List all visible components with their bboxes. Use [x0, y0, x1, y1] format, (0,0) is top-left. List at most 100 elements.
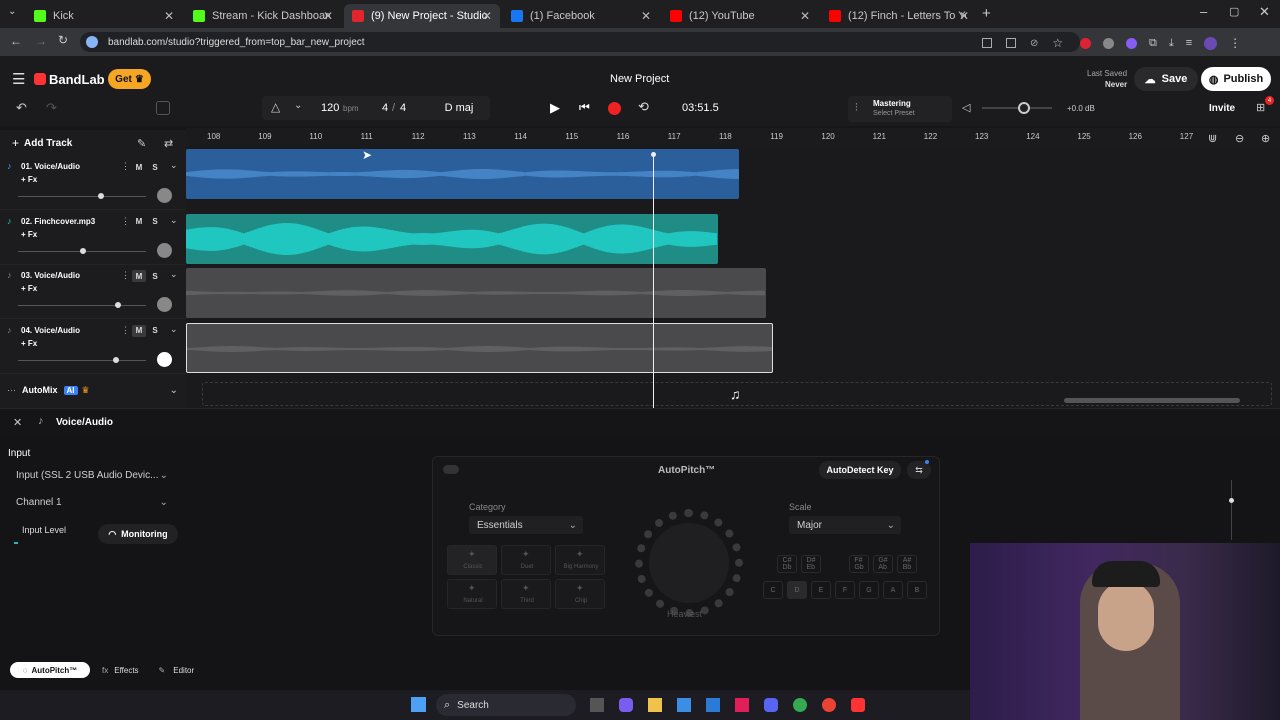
playhead-line[interactable] — [653, 154, 654, 408]
channel-select[interactable]: Channel 1 ⌄ — [8, 493, 176, 511]
audio-clip[interactable] — [186, 214, 718, 264]
track-header[interactable]: ♪ 01. Voice/Audio ⋮ M S ⌄ + Fx — [0, 156, 186, 210]
track-fx-button[interactable]: + Fx — [21, 230, 37, 239]
tab-close-icon[interactable]: ✕ — [164, 9, 174, 23]
horizontal-scrollbar[interactable] — [1064, 398, 1240, 403]
track-header[interactable]: ♪ 03. Voice/Audio ⋮ M S ⌄ + Fx — [0, 265, 186, 320]
eye-off-icon[interactable]: ⊘ — [1030, 38, 1038, 49]
solo-button[interactable]: S — [148, 325, 162, 337]
track-volume-knob[interactable] — [80, 247, 86, 254]
track-pan-knob[interactable] — [157, 242, 172, 258]
scale-select[interactable]: Major ⌄ — [789, 516, 901, 534]
extension-gray-icon[interactable] — [1103, 37, 1114, 49]
play-icon[interactable]: ▶ — [550, 100, 560, 116]
loop-icon[interactable]: ⟲ — [638, 99, 649, 115]
browser-tab[interactable]: Stream - Kick Dashboard ✕ — [185, 4, 341, 28]
mute-button[interactable]: M — [132, 270, 146, 283]
track-volume-knob[interactable] — [113, 356, 119, 363]
track-name[interactable]: 02. Finchcover.mp3 — [21, 217, 95, 226]
site-info-icon[interactable] — [86, 36, 98, 48]
back-icon[interactable]: ← — [10, 34, 22, 48]
hamburger-menu-icon[interactable]: ☰ — [12, 70, 25, 88]
playhead-marker[interactable] — [651, 152, 656, 157]
tab-close-icon[interactable]: ✕ — [959, 9, 969, 23]
track-expand-icon[interactable]: ⌄ — [170, 215, 178, 226]
forward-icon[interactable]: → — [35, 34, 47, 48]
bandlab-logo[interactable]: BandLab — [49, 72, 105, 87]
monitoring-button[interactable]: ◠ Monitoring — [98, 524, 178, 544]
track-volume-knob[interactable] — [98, 193, 104, 199]
pencil-tool-icon[interactable]: ✎ — [137, 137, 146, 150]
grid-toggle-icon[interactable] — [156, 101, 170, 115]
close-window-icon[interactable]: ✕ — [1259, 4, 1270, 20]
track-name[interactable]: 03. Voice/Audio — [21, 271, 80, 280]
scale-key-sharp[interactable]: C# Db — [777, 555, 797, 573]
track-expand-icon[interactable]: ⌄ — [170, 269, 178, 280]
zoom-in-icon[interactable]: ⊕ — [1261, 132, 1270, 145]
tab-list-chevron-icon[interactable]: ⌄ — [8, 6, 16, 17]
track-name[interactable]: 01. Voice/Audio — [21, 162, 80, 171]
cast-icon[interactable] — [1006, 38, 1016, 48]
download-icon[interactable]: ⤓ — [1169, 37, 1174, 50]
autopitch-preset[interactable]: ✦ Third — [501, 579, 551, 609]
master-volume-knob[interactable] — [1018, 102, 1030, 114]
magnet-snap-icon[interactable]: ⋓ — [1208, 132, 1217, 145]
track-header[interactable]: ♪ 02. Finchcover.mp3 ⋮ M S ⌄ + Fx — [0, 211, 186, 265]
track-fx-button[interactable]: + Fx — [21, 339, 37, 348]
track-menu-icon[interactable]: ⋮ — [121, 216, 130, 227]
time-signature-numerator[interactable]: 4 — [382, 102, 388, 114]
scale-key-sharp[interactable]: D# Eb — [801, 555, 821, 573]
add-loop-icon[interactable]: ♫ — [730, 386, 741, 402]
bookmark-star-icon[interactable]: ☆ — [1052, 36, 1063, 50]
track-volume-knob[interactable] — [115, 302, 121, 309]
tab-close-icon[interactable]: ✕ — [800, 9, 810, 23]
scale-key-natural[interactable]: E — [811, 581, 831, 599]
redo-icon[interactable]: ↷ — [46, 100, 57, 116]
automix-expand-icon[interactable]: ⌄ — [170, 385, 178, 396]
track-fx-button[interactable]: + Fx — [21, 175, 37, 184]
task-view-icon[interactable] — [590, 698, 604, 712]
undo-icon[interactable]: ↶ — [16, 100, 27, 116]
close-panel-icon[interactable]: ✕ — [13, 416, 22, 429]
reload-icon[interactable]: ↻ — [58, 33, 68, 47]
audio-clip[interactable] — [186, 268, 766, 318]
scale-key-sharp[interactable]: F# Gb — [849, 555, 869, 573]
autopitch-preset[interactable]: ✦ Classic — [447, 545, 497, 575]
slack-icon[interactable] — [735, 698, 749, 712]
automix-row[interactable]: ⋯ AutoMix AI ♛ ⌄ — [0, 380, 186, 400]
solo-button[interactable]: S — [148, 270, 162, 282]
autopitch-preset[interactable]: ✦ Duet — [501, 545, 551, 575]
scale-key-natural[interactable]: B — [907, 581, 927, 599]
audio-clip[interactable] — [186, 149, 739, 199]
tab-effects[interactable]: fx Effects — [102, 666, 139, 675]
autopitch-preset[interactable]: ✦ Natural — [447, 579, 497, 609]
add-track-button[interactable]: + Add Track — [12, 136, 72, 150]
side-fader[interactable] — [1231, 480, 1232, 540]
arrange-area[interactable]: ♫ ➤ — [186, 146, 1280, 408]
extension-red-icon[interactable] — [1080, 37, 1091, 49]
windows-start-icon[interactable] — [411, 697, 426, 712]
file-explorer-icon[interactable] — [648, 698, 662, 712]
publish-button[interactable]: ◍ Publish — [1201, 67, 1271, 91]
playhead-time[interactable]: 03:51.5 — [682, 102, 719, 114]
rewind-icon[interactable]: ⏮ — [579, 100, 590, 115]
track-expand-icon[interactable]: ⌄ — [170, 160, 178, 171]
zoom-out-icon[interactable]: ⊖ — [1235, 132, 1244, 145]
category-select[interactable]: Essentials ⌄ — [469, 516, 583, 534]
tab-close-icon[interactable]: ✕ — [482, 9, 492, 23]
extension-purple-icon[interactable] — [1126, 37, 1137, 49]
tab-autopitch[interactable]: ◌ AutoPitch™ — [10, 662, 90, 678]
scale-key-natural[interactable]: C — [763, 581, 783, 599]
track-volume-slider[interactable] — [18, 196, 146, 197]
scale-key-natural[interactable]: A — [883, 581, 903, 599]
taskbar-search[interactable]: ⌕ Search — [436, 694, 576, 716]
invite-button[interactable]: Invite — [1209, 103, 1235, 114]
browser-tab[interactable]: (12) YouTube ✕ — [662, 4, 818, 28]
speaker-icon[interactable]: ◁ — [962, 101, 970, 114]
mail-icon[interactable] — [706, 698, 720, 712]
track-volume-slider[interactable] — [18, 305, 146, 307]
autopitch-preset[interactable]: ✦ Chip — [555, 579, 605, 609]
time-signature-denominator[interactable]: 4 — [400, 102, 406, 114]
record-icon[interactable] — [608, 102, 621, 115]
browser-tab[interactable]: (9) New Project - Studio ✕ — [344, 4, 500, 28]
